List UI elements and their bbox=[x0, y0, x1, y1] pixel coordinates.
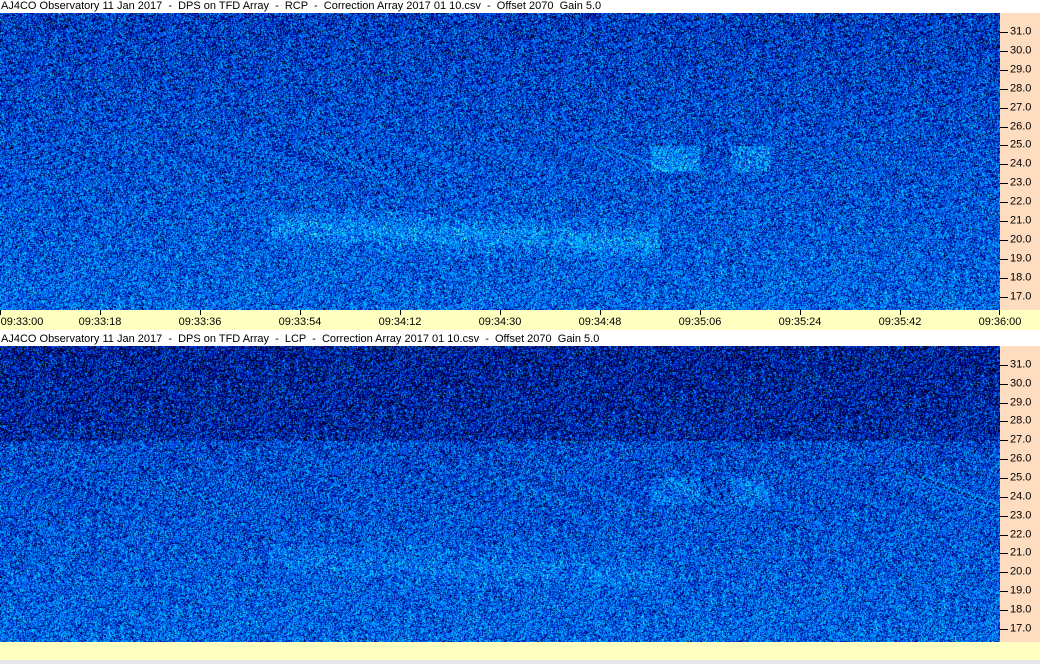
y-tick-label: 17.0 bbox=[1010, 290, 1032, 303]
y-tick bbox=[1000, 440, 1008, 442]
x-tick bbox=[999, 310, 1000, 315]
y-tick bbox=[1000, 383, 1008, 385]
x-tick bbox=[500, 310, 501, 315]
y-tick bbox=[1000, 88, 1008, 90]
y-tick-label: 24.0 bbox=[1010, 490, 1032, 503]
y-tick bbox=[1000, 515, 1008, 517]
y-tick-label: 28.0 bbox=[1010, 82, 1032, 95]
y-tick-label: 23.0 bbox=[1010, 176, 1032, 189]
y-tick bbox=[1000, 477, 1008, 479]
x-tick bbox=[0, 310, 1, 315]
x-tick-label: 09:35:42 bbox=[878, 316, 922, 328]
y-tick bbox=[1000, 421, 1008, 423]
y-tick-label: 19.0 bbox=[1010, 584, 1032, 597]
x-tick bbox=[900, 310, 901, 315]
y-tick bbox=[1000, 202, 1008, 204]
y-tick-label: 26.0 bbox=[1010, 120, 1032, 132]
y-tick-label: 27.0 bbox=[1010, 101, 1032, 114]
x-tick-label: 09:35:06 bbox=[678, 316, 722, 328]
x-tick-label: 09:33:36 bbox=[178, 316, 222, 328]
y-tick bbox=[1000, 534, 1008, 536]
x-tick bbox=[200, 310, 201, 315]
y-tick bbox=[1000, 164, 1008, 166]
x-tick-label: 09:33:54 bbox=[278, 316, 322, 328]
y-tick bbox=[1000, 258, 1008, 260]
y-tick bbox=[1000, 107, 1008, 109]
y-tick-label: 17.0 bbox=[1010, 622, 1032, 635]
y-tick-label: 29.0 bbox=[1010, 396, 1032, 409]
y-tick bbox=[1000, 459, 1008, 461]
y-tick-label: 21.0 bbox=[1010, 214, 1032, 227]
x-tick bbox=[700, 310, 701, 315]
y-tick bbox=[1000, 609, 1008, 611]
y-tick-label: 21.0 bbox=[1010, 546, 1032, 559]
x-tick-label: 09:33:00 bbox=[0, 316, 44, 328]
x-tick-label: 09:34:48 bbox=[578, 316, 622, 328]
y-tick bbox=[1000, 126, 1008, 128]
time-axis: 09:33:00 09:33:18 09:33:36 09:33:54 09:34:12… bbox=[0, 310, 1040, 330]
y-tick-label: 19.0 bbox=[1010, 252, 1032, 265]
lcp-panel-title: AJ4CO Observatory 11 Jan 2017 - DPS on T… bbox=[0, 333, 1040, 346]
y-tick-label: 28.0 bbox=[1010, 414, 1032, 427]
x-tick-label: 09:33:18 bbox=[78, 316, 122, 328]
y-tick-label: 26.0 bbox=[1010, 452, 1032, 465]
y-tick-label: 18.0 bbox=[1010, 603, 1032, 616]
y-tick bbox=[1000, 31, 1008, 33]
y-tick-label: 18.0 bbox=[1010, 271, 1032, 284]
x-tick-label: 09:35:24 bbox=[778, 316, 822, 328]
y-tick bbox=[1000, 296, 1008, 298]
x-tick-label: 09:36:00 bbox=[978, 316, 1022, 328]
y-tick bbox=[1000, 591, 1008, 593]
y-tick bbox=[1000, 277, 1008, 279]
y-tick bbox=[1000, 628, 1008, 630]
y-tick-label: 22.0 bbox=[1010, 528, 1032, 541]
y-tick-label: 20.0 bbox=[1010, 565, 1032, 578]
x-tick-label: 09:34:30 bbox=[478, 316, 522, 328]
rcp-panel-title: AJ4CO Observatory 11 Jan 2017 - DPS on T… bbox=[0, 0, 1040, 13]
lcp-spectrogram[interactable] bbox=[0, 346, 1000, 642]
y-tick bbox=[1000, 240, 1008, 241]
x-tick bbox=[100, 310, 101, 315]
y-tick bbox=[1000, 69, 1008, 71]
y-tick bbox=[1000, 553, 1008, 555]
y-tick bbox=[1000, 50, 1008, 52]
y-tick bbox=[1000, 402, 1008, 404]
y-tick-label: 24.0 bbox=[1010, 157, 1032, 170]
y-tick-label: 23.0 bbox=[1010, 509, 1032, 522]
y-tick bbox=[1000, 183, 1008, 185]
y-tick-label: 31.0 bbox=[1010, 25, 1032, 38]
y-tick-label: 30.0 bbox=[1010, 377, 1032, 390]
y-tick-label: 25.0 bbox=[1010, 138, 1032, 151]
y-tick-label: 29.0 bbox=[1010, 63, 1032, 76]
y-tick bbox=[1000, 221, 1008, 223]
y-tick bbox=[1000, 496, 1008, 498]
y-tick-label: 30.0 bbox=[1010, 44, 1032, 57]
rcp-spectrogram[interactable] bbox=[0, 13, 1000, 310]
y-tick-label: 25.0 bbox=[1010, 471, 1032, 484]
y-tick-label: 31.0 bbox=[1010, 358, 1032, 371]
x-tick bbox=[400, 310, 401, 315]
x-tick bbox=[800, 310, 801, 315]
x-tick-label: 09:34:12 bbox=[378, 316, 422, 328]
lcp-time-axis bbox=[0, 642, 1040, 660]
y-tick-label: 20.0 bbox=[1010, 233, 1032, 246]
y-tick-label: 22.0 bbox=[1010, 195, 1032, 208]
y-tick bbox=[1000, 364, 1008, 366]
x-tick bbox=[600, 310, 601, 315]
y-tick bbox=[1000, 145, 1008, 147]
x-tick bbox=[300, 310, 301, 315]
rcp-frequency-axis: 31.0 30.0 29.0 28.0 27.0 26.0 25.0 24.0 23.0 22.0… bbox=[1000, 13, 1040, 310]
lcp-frequency-axis: 31.0 30.0 29.0 28.0 27.0 26.0 25.0 24.0 23.0 22.0… bbox=[1000, 346, 1040, 642]
y-tick bbox=[1000, 572, 1008, 574]
y-tick-label: 27.0 bbox=[1010, 433, 1032, 446]
